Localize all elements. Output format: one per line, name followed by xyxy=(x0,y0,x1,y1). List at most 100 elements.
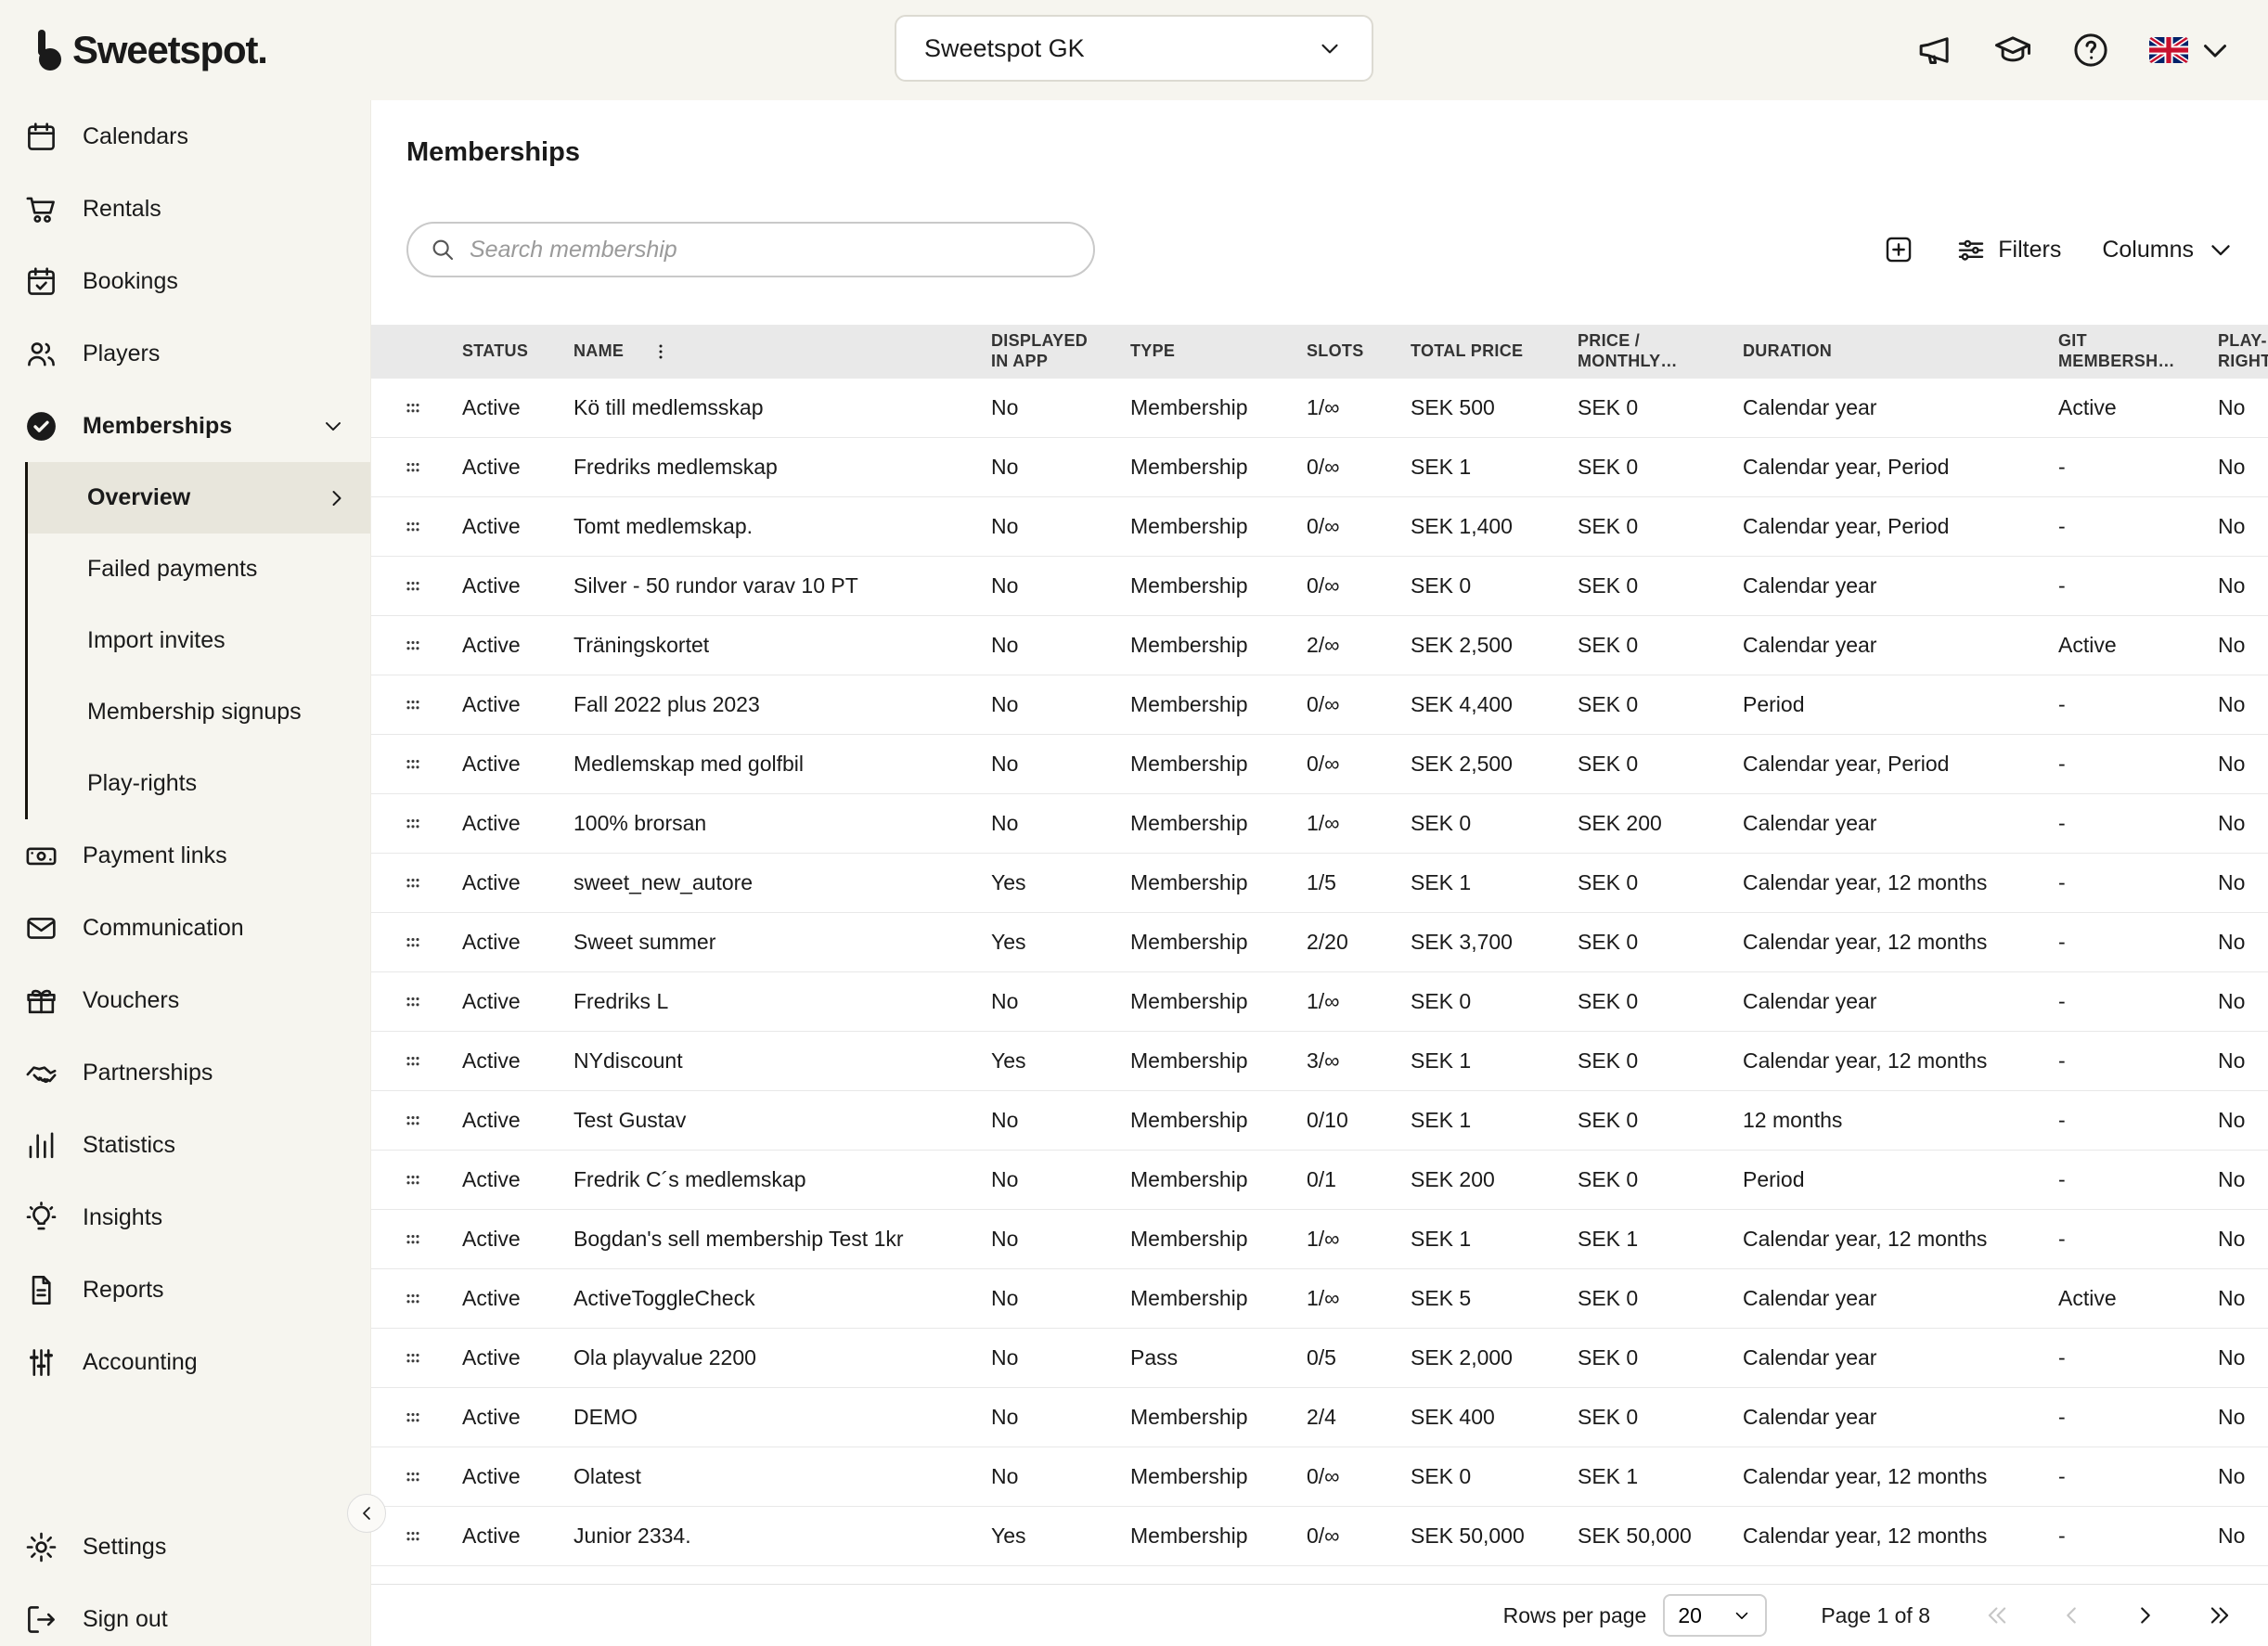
sidebar-subitem-overview[interactable]: Overview xyxy=(28,462,370,534)
table-row[interactable]: Activesweet_new_autoreYesMembership1/5SE… xyxy=(371,854,2268,913)
table-row[interactable]: ActiveSilver - 50 rundor varav 10 PTNoMe… xyxy=(371,557,2268,616)
drag-handle[interactable] xyxy=(371,572,455,600)
drag-handle[interactable] xyxy=(371,454,455,482)
sidebar-item-vouchers[interactable]: Vouchers xyxy=(0,964,370,1036)
drag-handle[interactable] xyxy=(371,1344,455,1372)
cell-play-right: No xyxy=(2210,1286,2268,1311)
drag-handle[interactable] xyxy=(371,929,455,957)
drag-handle[interactable] xyxy=(371,751,455,778)
sidebar-item-memberships[interactable]: Memberships xyxy=(0,390,370,462)
sidebar-item-partnerships[interactable]: Partnerships xyxy=(0,1036,370,1109)
table-row[interactable]: ActiveFall 2022 plus 2023NoMembership0/∞… xyxy=(371,675,2268,735)
table-row[interactable]: ActiveOlatestNoMembership0/∞SEK 0SEK 1Ca… xyxy=(371,1447,2268,1507)
sidebar-subitem-import-invites[interactable]: Import invites xyxy=(28,605,370,676)
table-row[interactable]: ActiveTomt medlemskap.NoMembership0/∞SEK… xyxy=(371,497,2268,557)
table-row[interactable]: ActiveKö till medlemsskapNoMembership1/∞… xyxy=(371,379,2268,438)
col-header-type: TYPE xyxy=(1123,341,1299,362)
language-selector[interactable] xyxy=(2149,31,2235,70)
cell-price-monthly: SEK 200 xyxy=(1570,811,1735,836)
rows-per-page-select[interactable]: 20 xyxy=(1663,1594,1767,1637)
cell-git-membership: Active xyxy=(2051,395,2210,420)
sidebar-item-calendars[interactable]: Calendars xyxy=(0,100,370,173)
cell-type: Membership xyxy=(1123,1048,1299,1074)
drag-handle[interactable] xyxy=(371,1166,455,1194)
sidebar-item-sign-out[interactable]: Sign out xyxy=(0,1583,370,1646)
sidebar-item-accounting[interactable]: Accounting xyxy=(0,1326,370,1398)
cell-displayed-in-app: No xyxy=(984,1286,1123,1311)
drag-handle[interactable] xyxy=(371,988,455,1016)
cell-git-membership: - xyxy=(2051,811,2210,836)
cell-git-membership: - xyxy=(2051,1227,2210,1252)
prev-page-button[interactable] xyxy=(2047,1591,2095,1640)
drag-handle[interactable] xyxy=(371,1226,455,1254)
table-row[interactable]: ActiveFredriks medlemskapNoMembership0/∞… xyxy=(371,438,2268,497)
table-row[interactable]: ActiveFredrik C´s medlemskapNoMembership… xyxy=(371,1151,2268,1210)
cell-play-right: No xyxy=(2210,1108,2268,1133)
cell-git-membership: - xyxy=(2051,1167,2210,1192)
first-page-button[interactable] xyxy=(1973,1591,2021,1640)
drag-handle[interactable] xyxy=(371,1048,455,1075)
cell-total-price: SEK 1 xyxy=(1403,1048,1570,1074)
table-row[interactable]: ActiveTräningskortetNoMembership2/∞SEK 2… xyxy=(371,616,2268,675)
drag-handle[interactable] xyxy=(371,513,455,541)
drag-handle[interactable] xyxy=(371,810,455,838)
sidebar-subitem-play-rights[interactable]: Play-rights xyxy=(28,748,370,819)
sidebar-item-reports[interactable]: Reports xyxy=(0,1254,370,1326)
drag-handle-icon xyxy=(399,1166,427,1194)
sidebar-item-settings[interactable]: Settings xyxy=(0,1511,370,1583)
cell-duration: Calendar year xyxy=(1735,811,2051,836)
drag-handle[interactable] xyxy=(371,691,455,719)
cell-status: Active xyxy=(455,752,566,777)
announcements-button[interactable] xyxy=(1915,31,1954,70)
table-row[interactable]: ActiveFredriks LNoMembership1/∞SEK 0SEK … xyxy=(371,972,2268,1032)
help-button[interactable] xyxy=(2071,31,2110,70)
drag-handle[interactable] xyxy=(371,869,455,897)
sidebar-subitem-failed-payments[interactable]: Failed payments xyxy=(28,534,370,605)
sidebar-subitem-membership-signups[interactable]: Membership signups xyxy=(28,676,370,748)
sidebar-item-payment-links[interactable]: Payment links xyxy=(0,819,370,892)
logo-mark-icon xyxy=(33,28,63,72)
last-page-button[interactable] xyxy=(2196,1591,2244,1640)
sidebar-item-communication[interactable]: Communication xyxy=(0,892,370,964)
table-row[interactable]: ActiveSweet summerYesMembership2/20SEK 3… xyxy=(371,913,2268,972)
sidebar-item-bookings[interactable]: Bookings xyxy=(0,245,370,317)
sidebar-item-players[interactable]: Players xyxy=(0,317,370,390)
cell-status: Active xyxy=(455,1286,566,1311)
drag-handle[interactable] xyxy=(371,1523,455,1550)
sidebar-collapse-button[interactable] xyxy=(347,1494,386,1533)
club-selector[interactable]: Sweetspot GK xyxy=(895,15,1373,82)
table-row[interactable]: ActiveOla playvalue 2200NoPass0/5SEK 2,0… xyxy=(371,1329,2268,1388)
table-row[interactable]: ActiveBogdan's sell membership Test 1krN… xyxy=(371,1210,2268,1269)
memberships-submenu: Overview Failed paymentsImport invitesMem… xyxy=(25,462,370,819)
sidebar-item-statistics[interactable]: Statistics xyxy=(0,1109,370,1181)
membership-search[interactable] xyxy=(406,222,1095,277)
sidebar-subitem-label: Overview xyxy=(87,484,190,511)
table-row[interactable]: ActiveTest GustavNoMembership0/10SEK 1SE… xyxy=(371,1091,2268,1151)
drag-handle-icon xyxy=(399,454,427,482)
search-input[interactable] xyxy=(470,237,1073,264)
kebab-icon[interactable] xyxy=(650,341,672,363)
cell-duration: Calendar year, Period xyxy=(1735,752,2051,777)
table-row[interactable]: ActiveJunior 2334.YesMembership0/∞SEK 50… xyxy=(371,1507,2268,1566)
table-row[interactable]: Active100% brorsanNoMembership1/∞SEK 0SE… xyxy=(371,794,2268,854)
drag-handle[interactable] xyxy=(371,632,455,660)
drag-handle[interactable] xyxy=(371,1107,455,1135)
drag-handle[interactable] xyxy=(371,1463,455,1491)
columns-button[interactable]: Columns xyxy=(2102,234,2236,265)
table-row[interactable]: ActiveActiveToggleCheckNoMembership1/∞SE… xyxy=(371,1269,2268,1329)
table-row[interactable]: ActiveDEMONoMembership2/4SEK 400SEK 0Cal… xyxy=(371,1388,2268,1447)
filters-button[interactable]: Filters xyxy=(1955,234,2061,265)
sidebar-item-insights[interactable]: Insights xyxy=(0,1181,370,1254)
drag-handle[interactable] xyxy=(371,1285,455,1313)
add-membership-button[interactable] xyxy=(1883,234,1914,265)
drag-handle[interactable] xyxy=(371,394,455,422)
cell-duration: Calendar year xyxy=(1735,633,2051,658)
sidebar-item-rentals[interactable]: Rentals xyxy=(0,173,370,245)
next-page-button[interactable] xyxy=(2121,1591,2170,1640)
table-row[interactable]: ActiveNYdiscountYesMembership3/∞SEK 1SEK… xyxy=(371,1032,2268,1091)
cell-price-monthly: SEK 0 xyxy=(1570,1167,1735,1192)
drag-handle[interactable] xyxy=(371,1404,455,1432)
academy-button[interactable] xyxy=(1993,31,2032,70)
table-row[interactable]: ActiveMedlemskap med golfbilNoMembership… xyxy=(371,735,2268,794)
col-header-play-right: PLAY-RIGHT… xyxy=(2210,331,2268,371)
